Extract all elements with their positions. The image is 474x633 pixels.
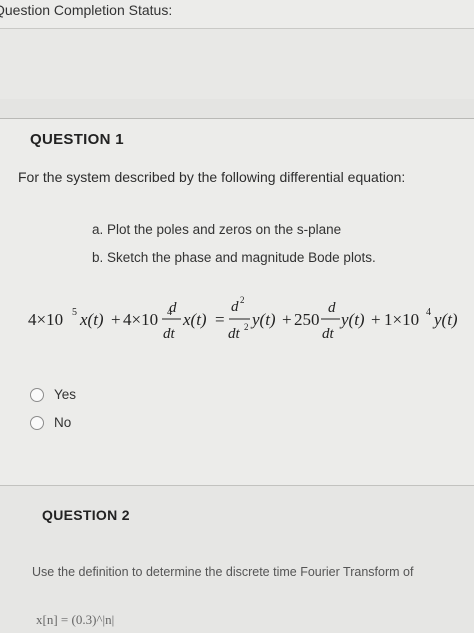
status-label: Question Completion Status: <box>0 2 173 18</box>
d-numerator: d <box>169 300 177 316</box>
plus-2: + <box>282 310 292 329</box>
option-no[interactable]: No <box>30 415 71 430</box>
d2-exp: 2 <box>240 295 245 305</box>
rhs-term3-exp: 4 <box>426 307 431 318</box>
dt-denominator: dt <box>163 326 176 342</box>
question-1-prompt: For the system described by the followin… <box>18 169 406 185</box>
differential-equation: 4×10 5 x(t) + 4×10 4 d dt x(t) = d 2 dt … <box>28 294 474 346</box>
d-numerator-2: d <box>328 300 336 316</box>
question-2-equation-fragment: x[n] = (0.3)^|n| <box>36 612 115 627</box>
question-1-title: QUESTION 1 <box>30 131 124 148</box>
task-a: a. Plot the poles and zeros on the s-pla… <box>92 222 342 237</box>
question-2-panel: QUESTION 2 Use the definition to determi… <box>0 485 474 633</box>
lhs-term1-var: x(t) <box>79 310 104 329</box>
status-bar: Question Completion Status: <box>0 0 474 29</box>
plus-3: + <box>371 310 381 329</box>
option-yes[interactable]: Yes <box>30 387 76 402</box>
question-1-panel: QUESTION 1 For the system described by t… <box>0 119 474 485</box>
lhs-term1-exp: 5 <box>72 307 77 318</box>
question-2-prompt: Use the definition to determine the disc… <box>32 565 414 579</box>
rhs-term1-var: y(t) <box>250 310 276 329</box>
dt2-denominator: dt <box>228 326 241 342</box>
lhs-term1-coef: 4×10 <box>28 310 63 329</box>
rhs-term2-var: y(t) <box>339 310 365 329</box>
status-area <box>0 29 474 99</box>
rhs-term3-var: y(t) <box>432 310 458 329</box>
question-2-title: QUESTION 2 <box>42 507 130 523</box>
rhs-term2-coef: 250 <box>294 310 320 329</box>
lhs-term2-coef: 4×10 <box>123 310 158 329</box>
lhs-term2-var: x(t) <box>182 310 207 329</box>
equation-graphic: 4×10 5 x(t) + 4×10 4 d dt x(t) = d 2 dt … <box>28 295 458 342</box>
task-b: b. Sketch the phase and magnitude Bode p… <box>92 250 376 265</box>
rhs-term3-coef: 1×10 <box>384 310 419 329</box>
dt2-exp: 2 <box>244 322 249 332</box>
option-yes-label: Yes <box>54 387 77 402</box>
dt-denominator-2: dt <box>322 326 335 342</box>
option-no-label: No <box>54 415 72 430</box>
equals-sign: = <box>215 310 225 329</box>
d2-numerator: d <box>231 299 239 315</box>
radio-yes[interactable] <box>30 387 44 402</box>
radio-no[interactable] <box>30 415 44 430</box>
plus-1: + <box>111 310 121 329</box>
